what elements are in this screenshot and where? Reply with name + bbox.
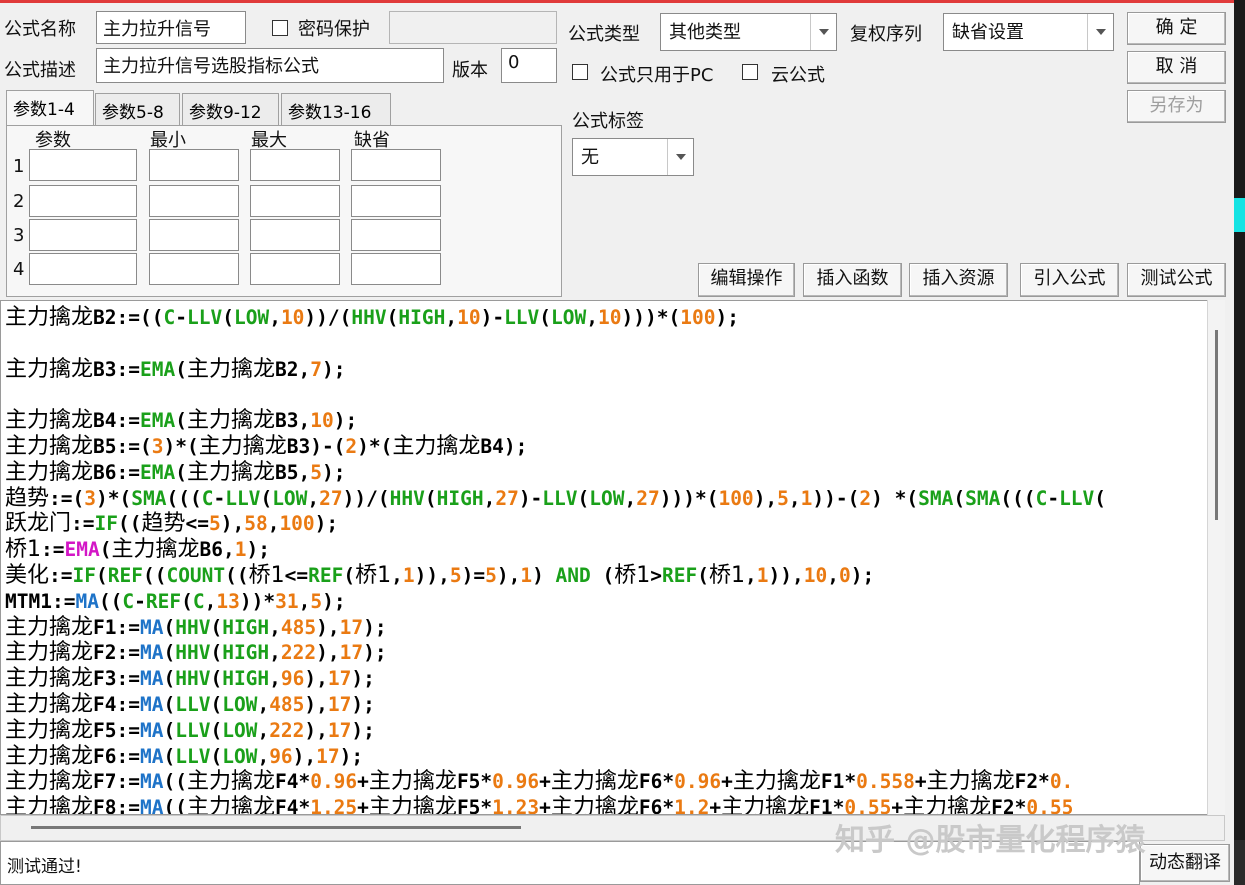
chart-marker xyxy=(1234,840,1245,885)
background-chart-edge xyxy=(1234,0,1245,885)
param-name-input[interactable] xyxy=(29,185,137,217)
param-name-input[interactable] xyxy=(29,149,137,181)
code-line: 主力擒龙F3:=MA(HHV(HIGH,96),17); xyxy=(5,666,375,692)
row-number: 1 xyxy=(13,156,25,177)
import-formula-button[interactable]: 引入公式 xyxy=(1020,263,1119,297)
code-line: 主力擒龙F8:=MA((主力擒龙F4*1.25+主力擒龙F5*1.23+主力擒龙… xyxy=(5,795,1074,815)
tab-params-5-8[interactable]: 参数5-8 xyxy=(95,93,180,125)
param-min-input[interactable] xyxy=(149,219,239,251)
code-line: 主力擒龙F1:=MA(HHV(HIGH,485),17); xyxy=(5,614,387,640)
tag-label: 公式标签 xyxy=(572,111,644,132)
rights-select[interactable]: 缺省设置 xyxy=(943,13,1114,51)
code-line: 美化:=IF(REF((COUNT((桥1<=REF(桥1,1)),5)=5),… xyxy=(5,562,875,588)
pc-only-label: 公式只用于PC xyxy=(600,65,714,86)
param-min-input[interactable] xyxy=(149,185,239,217)
insert-resource-button[interactable]: 插入资源 xyxy=(909,263,1008,297)
param-default-input[interactable] xyxy=(351,219,441,251)
ok-button[interactable]: 确 定 xyxy=(1127,12,1226,45)
formula-name-input[interactable]: 主力拉升信号 xyxy=(96,11,246,44)
param-default-input[interactable] xyxy=(351,253,441,285)
formula-name-label: 公式名称 xyxy=(4,19,76,40)
cloud-checkbox[interactable] xyxy=(742,64,758,80)
row-number: 4 xyxy=(13,259,25,280)
test-formula-button[interactable]: 测试公式 xyxy=(1127,263,1226,297)
param-max-input[interactable] xyxy=(250,149,340,181)
param-max-input[interactable] xyxy=(250,253,340,285)
formula-desc-input[interactable]: 主力拉升信号选股指标公式 xyxy=(96,48,444,83)
watermark: 知乎 @股市量化程序猿 xyxy=(835,823,1146,858)
tag-select[interactable]: 无 xyxy=(572,138,694,176)
pc-only-checkbox[interactable] xyxy=(572,64,588,80)
param-min-input[interactable] xyxy=(149,149,239,181)
formula-editor-window: 公式名称 主力拉升信号 密码保护 公式类型 其他类型 复权序列 缺省设置 确 定… xyxy=(0,0,1245,885)
param-default-input[interactable] xyxy=(351,185,441,217)
cancel-button[interactable]: 取 消 xyxy=(1127,51,1226,84)
params-panel: 参数 最小 最大 缺省 1 2 3 4 xyxy=(6,125,562,297)
title-accent-strip xyxy=(0,0,1245,3)
param-max-input[interactable] xyxy=(250,185,340,217)
code-line: 主力擒龙F5:=MA(LLV(LOW,222),17); xyxy=(5,717,375,743)
rights-value: 缺省设置 xyxy=(952,22,1024,43)
password-input[interactable] xyxy=(389,11,557,44)
code-line: MTM1:=MA((C-REF(C,13))*31,5); xyxy=(5,589,346,613)
code-line: 主力擒龙B2:=((C-LLV(LOW,10))/(HHV(HIGH,10)-L… xyxy=(5,305,739,330)
row-number: 2 xyxy=(13,191,25,212)
formula-type-select[interactable]: 其他类型 xyxy=(660,13,837,51)
save-as-button[interactable]: 另存为 xyxy=(1127,90,1226,123)
cloud-label: 云公式 xyxy=(771,65,825,86)
tag-value: 无 xyxy=(581,147,599,168)
scrollbar-thumb[interactable] xyxy=(1215,330,1218,520)
code-line: 主力擒龙B4:=EMA(主力擒龙B3,10); xyxy=(5,408,358,434)
row-number: 3 xyxy=(13,225,25,246)
edit-operations-button[interactable]: 编辑操作 xyxy=(698,263,795,297)
chart-marker xyxy=(1234,198,1245,232)
tab-params-13-16[interactable]: 参数13-16 xyxy=(281,93,391,125)
dynamic-translate-button[interactable]: 动态翻译 xyxy=(1140,844,1230,882)
code-line: 主力擒龙F4:=MA(LLV(LOW,485),17); xyxy=(5,691,375,717)
code-line: 主力擒龙F7:=MA((主力擒龙F4*0.96+主力擒龙F5*0.96+主力擒龙… xyxy=(5,769,1074,795)
code-line: 跃龙门:=IF((趋势<=5),58,100); xyxy=(5,511,339,537)
vertical-scrollbar[interactable] xyxy=(1207,300,1225,815)
chevron-down-icon xyxy=(667,139,693,175)
param-default-input[interactable] xyxy=(351,149,441,181)
tab-params-9-12[interactable]: 参数9-12 xyxy=(182,93,279,125)
chevron-down-icon xyxy=(1087,14,1113,50)
formula-type-label: 公式类型 xyxy=(568,24,640,45)
code-line: 桥1:=EMA(主力擒龙B6,1); xyxy=(5,537,270,563)
code-line: 主力擒龙B6:=EMA(主力擒龙B5,5); xyxy=(5,459,346,485)
version-label: 版本 xyxy=(452,60,488,81)
code-line: 主力擒龙B5:=(3)*(主力擒龙B3)-(2)*(主力擒龙B4); xyxy=(5,433,528,459)
code-line: 主力擒龙F6:=MA(LLV(LOW,96),17); xyxy=(5,743,364,769)
version-input[interactable]: 0 xyxy=(501,48,557,83)
code-line: 主力擒龙B3:=EMA(主力擒龙B2,7); xyxy=(5,356,346,382)
param-name-input[interactable] xyxy=(29,219,137,251)
code-text[interactable]: 主力擒龙B2:=((C-LLV(LOW,10))/(HHV(HIGH,10)-L… xyxy=(5,305,1107,815)
formula-desc-label: 公式描述 xyxy=(4,60,76,81)
param-max-input[interactable] xyxy=(250,219,340,251)
code-line: 主力擒龙F2:=MA(HHV(HIGH,222),17); xyxy=(5,640,387,666)
chevron-down-icon xyxy=(810,14,836,50)
insert-function-button[interactable]: 插入函数 xyxy=(803,263,902,297)
password-checkbox[interactable] xyxy=(272,20,288,36)
rights-label: 复权序列 xyxy=(850,24,922,45)
password-label: 密码保护 xyxy=(298,19,370,40)
formula-type-value: 其他类型 xyxy=(669,22,741,43)
scrollbar-thumb[interactable] xyxy=(31,826,521,829)
param-min-input[interactable] xyxy=(149,253,239,285)
code-line: 趋势:=(3)*(SMA(((C-LLV(LOW,27))/(HHV(HIGH,… xyxy=(5,485,1107,511)
code-editor[interactable]: 主力擒龙B2:=((C-LLV(LOW,10))/(HHV(HIGH,10)-L… xyxy=(0,300,1225,815)
tab-params-1-4[interactable]: 参数1-4 xyxy=(6,90,94,125)
param-name-input[interactable] xyxy=(29,253,137,285)
